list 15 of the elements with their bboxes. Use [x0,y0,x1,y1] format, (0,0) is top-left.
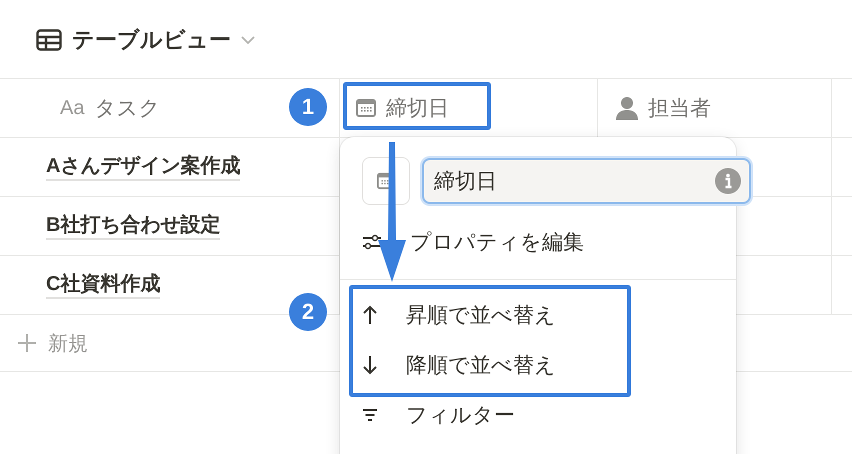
view-title[interactable]: テーブルビュー [72,25,231,55]
task-title[interactable]: C社資料作成 [46,271,160,299]
step-badge: 1 [289,88,327,126]
menu-item[interactable]: プロパティを編集 [340,217,736,267]
menu-item[interactable]: フィルター [340,390,736,440]
task-title[interactable]: Aさんデザイン案作成 [46,153,240,181]
column-header[interactable]: 締切日 [386,94,449,122]
property-name-field[interactable]: 締切日 [422,158,751,204]
menu-item[interactable]: 昇順で並べ替え [340,290,736,340]
menu-item[interactable]: 降順で並べ替え [340,340,736,390]
text-type-icon: Aa [60,96,84,120]
column-header[interactable]: タスク [94,94,160,122]
task-title[interactable]: B社打ち合わせ設定 [46,212,220,240]
step-badge: 2 [289,293,327,331]
column-header[interactable]: 担当者 [648,94,711,122]
